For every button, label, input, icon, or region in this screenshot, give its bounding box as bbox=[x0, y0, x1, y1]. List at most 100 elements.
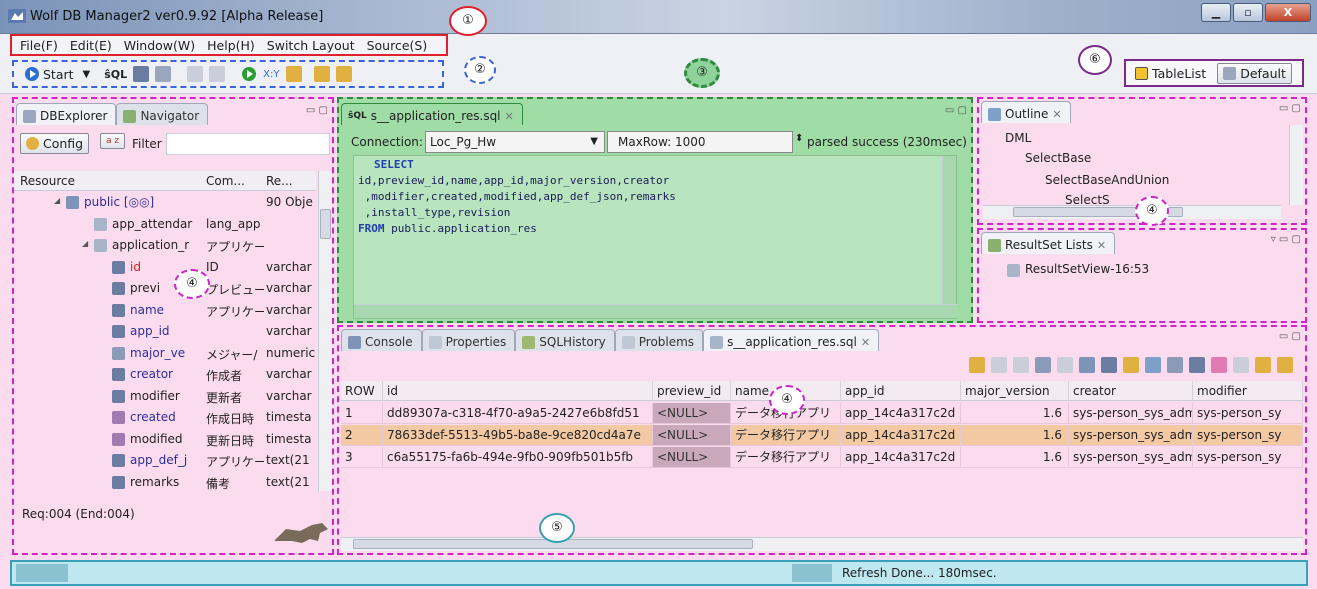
tree-item[interactable]: modifier 更新者 varchar bbox=[14, 387, 316, 407]
tree-expand-icon[interactable]: ◢ bbox=[54, 196, 60, 205]
col-remarks[interactable]: Re... bbox=[266, 174, 293, 188]
tree-item[interactable]: app_attendar lang_app bbox=[14, 215, 316, 235]
sql-icon[interactable]: ŝQL bbox=[104, 68, 127, 81]
trash-all-icon[interactable] bbox=[1277, 357, 1293, 373]
menu-edit[interactable]: Edit(E) bbox=[70, 38, 112, 53]
tree-item[interactable]: ◢ public [◎◎] 90 Obje bbox=[14, 193, 316, 213]
refresh-icon[interactable] bbox=[313, 66, 330, 82]
menu-switch-layout[interactable]: Switch Layout bbox=[267, 38, 355, 53]
tree-item[interactable]: modified 更新日時 timesta bbox=[14, 430, 316, 450]
tab-sqlhistory[interactable]: SQLHistory bbox=[515, 329, 615, 351]
start-button[interactable]: Start ▼ bbox=[24, 66, 90, 82]
table-cell[interactable]: app_14c4a317c2d bbox=[841, 447, 961, 467]
explorer-scroll-thumb[interactable] bbox=[320, 209, 331, 239]
clipboard-icon[interactable] bbox=[1233, 357, 1249, 373]
grid-icon[interactable] bbox=[991, 357, 1007, 373]
export-sql-icon[interactable] bbox=[1101, 357, 1117, 373]
tree-item[interactable]: creator 作成者 varchar bbox=[14, 365, 316, 385]
tree-item[interactable]: id ID varchar bbox=[14, 258, 316, 278]
export-icon[interactable] bbox=[285, 66, 302, 82]
table-cell[interactable]: sys-person_sys_admin bbox=[1069, 447, 1193, 467]
tab-sql-file[interactable]: ŝQL s__application_res.sql ✕ bbox=[341, 103, 523, 125]
run-icon[interactable] bbox=[241, 66, 257, 82]
table-cell[interactable]: 1.6 bbox=[961, 403, 1069, 423]
tree-item[interactable]: previ プレビュー varchar bbox=[14, 279, 316, 299]
table-cell[interactable]: 2 bbox=[341, 425, 383, 445]
layout-icon[interactable] bbox=[1189, 357, 1205, 373]
tree-item[interactable]: app_def_j アプリケー text(21 bbox=[14, 451, 316, 471]
table-cell[interactable]: データ移行アプリ bbox=[731, 447, 841, 467]
table-cell[interactable]: sys-person_sy bbox=[1193, 447, 1303, 467]
chart-icon[interactable] bbox=[1123, 357, 1139, 373]
table-cell[interactable]: 1 bbox=[341, 403, 383, 423]
table-row[interactable]: 2 78633def-5513-49b5-ba8e-9ce820cd4a7e <NU… bbox=[341, 425, 1303, 446]
export-grid-icon[interactable] bbox=[1079, 357, 1095, 373]
connection-select[interactable]: Loc_Pg_Hw ▼ bbox=[425, 131, 605, 153]
outline-hscroll[interactable] bbox=[983, 205, 1281, 219]
table-row[interactable]: 1 dd89307a-c318-4f70-a9a5-2427e6b8fd51 <NU… bbox=[341, 403, 1303, 424]
table-cell[interactable]: app_14c4a317c2d bbox=[841, 425, 961, 445]
close-icon[interactable]: ✕ bbox=[1097, 239, 1106, 252]
result-column-header[interactable]: creator bbox=[1069, 381, 1193, 400]
table-cell[interactable]: 78633def-5513-49b5-ba8e-9ce820cd4a7e bbox=[383, 425, 653, 445]
table-cell[interactable]: 1.6 bbox=[961, 447, 1069, 467]
result-column-header[interactable]: modifier bbox=[1193, 381, 1303, 400]
outline-vscroll[interactable] bbox=[1289, 125, 1303, 205]
tab-result-sql[interactable]: s__application_res.sql ✕ bbox=[703, 329, 880, 351]
tab-console[interactable]: Console bbox=[341, 329, 422, 351]
highlight-icon[interactable] bbox=[1211, 357, 1227, 373]
tab-navigator[interactable]: Navigator bbox=[116, 103, 209, 125]
close-icon[interactable]: ✕ bbox=[1052, 108, 1061, 121]
copy-icon[interactable] bbox=[1145, 357, 1161, 373]
maxrow-field[interactable]: MaxRow: 1000 bbox=[607, 131, 793, 153]
menu-help[interactable]: Help(H) bbox=[207, 38, 255, 53]
view-menu-icon[interactable]: ▿ ▭ ▢ bbox=[1271, 234, 1301, 245]
table-cell[interactable]: 1.6 bbox=[961, 425, 1069, 445]
resultset-view-item[interactable]: ResultSetView-16:53 bbox=[1025, 262, 1149, 276]
tree-item[interactable]: created 作成日時 timesta bbox=[14, 408, 316, 428]
outline-item-selectbase[interactable]: SelectBase bbox=[1025, 151, 1091, 165]
menu-file[interactable]: File(F) bbox=[20, 38, 58, 53]
table-cell[interactable]: dd89307a-c318-4f70-a9a5-2427e6b8fd51 bbox=[383, 403, 653, 423]
explorer-scrollbar[interactable] bbox=[318, 171, 332, 491]
db-list-icon[interactable] bbox=[133, 66, 150, 82]
table-cell[interactable]: 3 bbox=[341, 447, 383, 467]
tree-item[interactable]: ◢ application_r アプリケー bbox=[14, 236, 316, 256]
tab-resultset-lists[interactable]: ResultSet Lists ✕ bbox=[981, 232, 1116, 254]
close-icon[interactable]: ✕ bbox=[505, 110, 514, 123]
result-column-header[interactable]: id bbox=[383, 381, 653, 400]
table-edit-icon[interactable] bbox=[1035, 357, 1051, 373]
editor-hscroll[interactable] bbox=[354, 304, 958, 318]
table-cell[interactable]: sys-person_sy bbox=[1193, 403, 1303, 423]
filter-icon[interactable] bbox=[969, 357, 985, 373]
tree-item[interactable]: remarks 備考 text(21 bbox=[14, 473, 316, 493]
sql-text-area[interactable]: SELECT id,preview_id,name,app_id,major_v… bbox=[353, 155, 958, 319]
config-button[interactable]: Config bbox=[20, 133, 90, 154]
tree-item[interactable]: name アプリケー varchar bbox=[14, 301, 316, 321]
result-column-header[interactable]: preview_id bbox=[653, 381, 731, 400]
tree-item[interactable]: app_id varchar bbox=[14, 322, 316, 342]
check-icon[interactable] bbox=[1057, 357, 1073, 373]
table-cell[interactable]: <NULL> bbox=[653, 425, 731, 445]
tree-expand-icon[interactable]: ◢ bbox=[82, 239, 88, 248]
result-column-header[interactable]: major_version bbox=[961, 381, 1069, 400]
tab-problems[interactable]: Problems bbox=[614, 329, 704, 351]
outline-item-dml[interactable]: DML bbox=[1005, 131, 1031, 145]
tablelist-button[interactable]: TableList bbox=[1130, 64, 1211, 83]
maxrow-spinner-icon[interactable]: ⬍ bbox=[795, 133, 803, 144]
format-icon[interactable] bbox=[187, 66, 204, 82]
table-cell[interactable]: <NULL> bbox=[653, 447, 731, 467]
refresh-all-icon[interactable] bbox=[335, 66, 352, 82]
tab-dbexplorer[interactable]: DBExplorer bbox=[16, 103, 117, 125]
result-column-header[interactable]: ROW bbox=[341, 381, 383, 400]
filter-input[interactable] bbox=[166, 133, 330, 155]
image-icon[interactable] bbox=[1167, 357, 1183, 373]
col-comment[interactable]: Com... bbox=[206, 174, 245, 188]
tab-properties[interactable]: Properties bbox=[421, 329, 516, 351]
panel-minmax-icon[interactable]: ▭ ▢ bbox=[1279, 331, 1301, 342]
trash-icon[interactable] bbox=[1255, 357, 1271, 373]
tab-outline[interactable]: Outline ✕ bbox=[981, 101, 1071, 123]
panel-minmax-icon[interactable]: ▭ ▢ bbox=[306, 105, 328, 116]
tree-item[interactable]: major_ve メジャー/numeric bbox=[14, 344, 316, 364]
dropdown-arrow-icon[interactable]: ▼ bbox=[83, 69, 91, 80]
